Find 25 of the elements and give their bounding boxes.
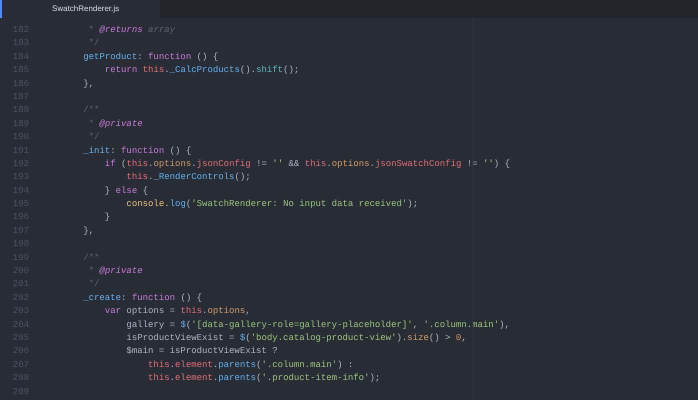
code-line: _init: function () { — [82, 144, 192, 158]
code-line: this._RenderControls(); — [125, 171, 251, 184]
code-line: getProduct: function () { — [82, 50, 218, 64]
code-line: }, — [82, 224, 94, 238]
code-line: } — [104, 211, 110, 224]
code-line: /** — [82, 252, 100, 265]
code-line: var options = this.options, — [104, 305, 251, 318]
code-line: * @returns array — [88, 24, 176, 37]
code-line: /** — [82, 104, 100, 118]
code-line: isProductViewExist = $('body.catalog-product-view').size() > 0, — [125, 332, 467, 345]
code-line: }, — [82, 78, 94, 91]
file-tab[interactable]: SwatchRenderer.js — [0, 0, 160, 18]
code-line: */ — [88, 37, 100, 50]
code-line: console.log('SwatchRenderer: No input data received'); — [125, 198, 418, 212]
code-line: $main = isProductViewExist ? — [125, 345, 278, 358]
code-line: this.element.parents('.product-item-info'); — [147, 372, 380, 386]
code-line: this.element.parents('.column.main') : — [147, 358, 354, 372]
code-line: } else { — [104, 184, 148, 198]
code-line: */ — [88, 131, 100, 144]
code-line: */ — [88, 278, 100, 292]
code-line: * @private — [88, 118, 143, 131]
code-line: * @private — [88, 265, 143, 278]
code-line: gallery = $('[data-gallery-role=gallery-placeholder]', '.column.main'), — [125, 318, 510, 332]
code-line: return this._CalcProducts().shift(); — [104, 64, 300, 78]
code-line: _create: function () { — [82, 292, 202, 305]
